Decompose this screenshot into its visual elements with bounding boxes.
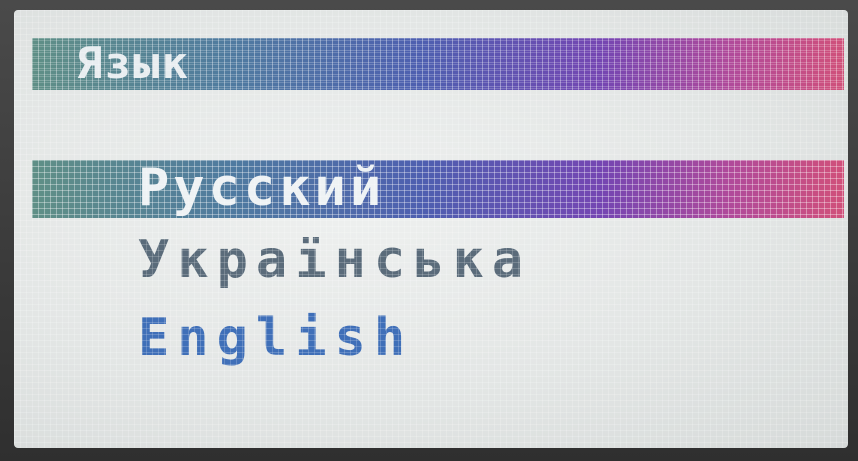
device-frame: Язык Русский Українська English: [0, 0, 858, 461]
menu-item-label: English: [138, 308, 414, 368]
screen-title: Язык: [76, 38, 190, 89]
menu-item-label: Українська: [138, 230, 532, 290]
menu-item-russian[interactable]: Русский: [14, 158, 848, 218]
language-menu: Русский Українська English: [14, 158, 848, 386]
menu-item-english[interactable]: English: [14, 308, 848, 374]
title-bar: Язык: [32, 38, 844, 90]
lcd-screen: Язык Русский Українська English: [14, 10, 848, 448]
menu-item-label: Русский: [138, 158, 386, 218]
menu-item-ukrainian[interactable]: Українська: [14, 230, 848, 296]
